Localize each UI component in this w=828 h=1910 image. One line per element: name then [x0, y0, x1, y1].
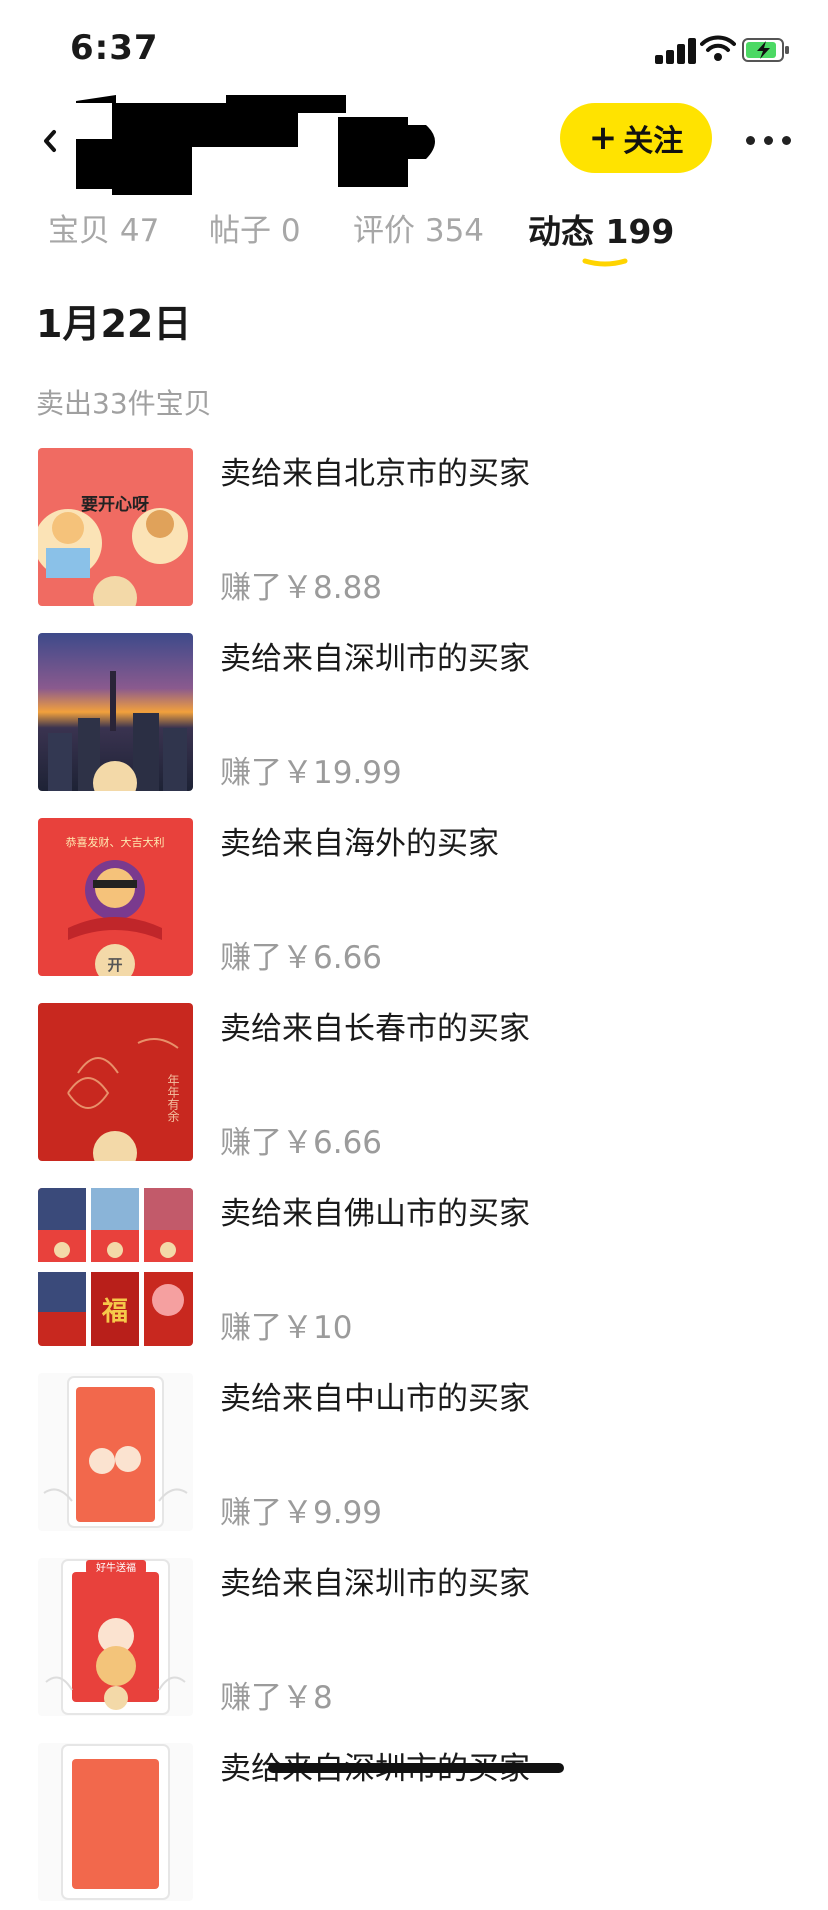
list-item[interactable]: 卖给来自中山市的买家 赚了￥9.99	[0, 1365, 828, 1540]
list-item[interactable]: 福 卖给来自佛山市的买家 赚了￥10	[0, 1180, 828, 1355]
list-item[interactable]: 卖给来自深圳市的买家 赚了￥19.99	[0, 625, 828, 800]
battery-charging-icon	[742, 38, 789, 62]
tab-reviews[interactable]: 评价 354	[353, 205, 484, 250]
more-options-icon[interactable]	[746, 125, 796, 155]
item-thumbnail[interactable]	[38, 1743, 193, 1901]
tab-activity[interactable]: 动态 199	[528, 205, 674, 253]
item-thumbnail[interactable]: 福	[38, 1188, 193, 1346]
feed-date-heading: 1月22日	[36, 302, 192, 346]
status-bar: 6:37	[0, 0, 828, 95]
item-title: 卖给来自长春市的买家	[220, 1011, 530, 1047]
item-earnings: 赚了￥8.88	[220, 570, 383, 606]
plus-icon: +	[588, 118, 618, 158]
thumb-badge: 开	[107, 956, 122, 974]
item-title: 卖给来自海外的买家	[220, 826, 499, 862]
item-thumbnail[interactable]	[38, 1373, 193, 1531]
follow-label: 关注	[623, 124, 684, 159]
list-item[interactable]: 年年有余 卖给来自长春市的买家 赚了￥6.66	[0, 995, 828, 1170]
thumb-caption: 要开心呀	[81, 495, 149, 515]
item-earnings: 赚了￥19.99	[220, 755, 402, 791]
item-earnings: 赚了￥6.66	[220, 1125, 383, 1161]
item-title: 卖给来自佛山市的买家	[220, 1196, 530, 1232]
item-thumbnail[interactable]: 恭喜发财、大吉大利 开	[38, 818, 193, 976]
nav-header: + 关注	[0, 95, 828, 195]
item-thumbnail[interactable]: 好牛送福	[38, 1558, 193, 1716]
home-indicator[interactable]	[268, 1763, 564, 1773]
status-time: 6:37	[70, 28, 159, 68]
item-thumbnail[interactable]: 要开心呀	[38, 448, 193, 606]
list-item[interactable]: 要开心呀 卖给来自北京市的买家 赚了￥8.88	[0, 440, 828, 615]
item-title: 卖给来自深圳市的买家	[220, 641, 530, 677]
list-item[interactable]: 恭喜发财、大吉大利 开 卖给来自海外的买家 赚了￥6.66	[0, 810, 828, 985]
item-earnings: 赚了￥10	[220, 1310, 353, 1346]
thumb-caption: 好牛送福	[96, 1561, 136, 1574]
item-title: 卖给来自深圳市的买家	[220, 1566, 530, 1602]
redacted-username	[76, 95, 435, 195]
profile-tabs: 宝贝 47 帖子 0 评价 354 动态 199	[0, 205, 828, 275]
item-earnings: 赚了￥6.66	[220, 940, 383, 976]
item-earnings: 赚了￥8	[220, 1680, 333, 1716]
item-title: 卖给来自中山市的买家	[220, 1381, 530, 1417]
item-thumbnail[interactable]	[38, 633, 193, 791]
thumb-caption: 年年有余	[166, 1074, 180, 1123]
list-item[interactable]: 好牛送福 卖给来自深圳市的买家 赚了￥8	[0, 1550, 828, 1725]
list-item[interactable]: 卖给来自深圳市的买家	[0, 1735, 828, 1910]
sold-summary: 卖出33件宝贝	[36, 387, 212, 420]
tab-items[interactable]: 宝贝 47	[48, 205, 159, 250]
item-thumbnail[interactable]: 年年有余	[38, 1003, 193, 1161]
follow-button[interactable]: + 关注	[560, 103, 712, 173]
thumb-caption: 福	[101, 1297, 128, 1327]
thumb-caption: 恭喜发财、大吉大利	[66, 835, 165, 849]
item-title: 卖给来自北京市的买家	[220, 456, 530, 492]
item-earnings: 赚了￥9.99	[220, 1495, 383, 1531]
back-arrow-icon[interactable]	[40, 121, 60, 161]
cellular-signal-icon	[655, 38, 703, 64]
tab-posts[interactable]: 帖子 0	[209, 205, 301, 250]
wifi-icon	[700, 35, 736, 61]
active-tab-indicator	[582, 258, 628, 267]
